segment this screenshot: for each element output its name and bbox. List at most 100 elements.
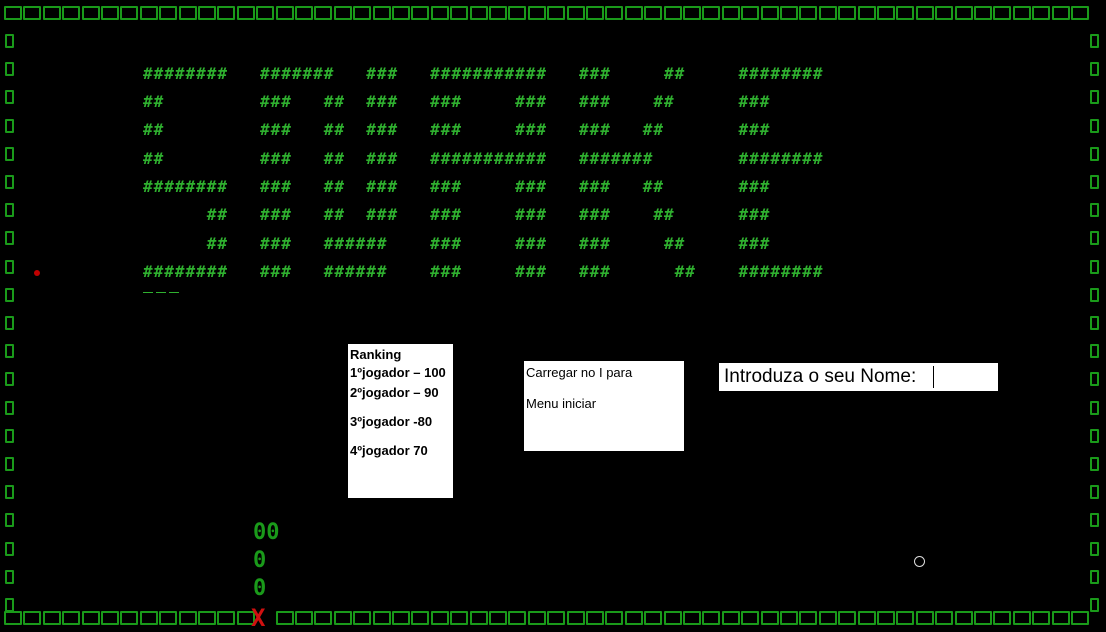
border-block [5, 316, 14, 330]
border-block [935, 611, 953, 625]
border-block [1090, 372, 1099, 386]
title-row: ## ### ## ### ### ### ### ## ### [143, 205, 771, 224]
border-block [237, 6, 255, 20]
border-block [858, 6, 876, 20]
border-block [62, 6, 80, 20]
counter-mid: 0 [253, 548, 267, 573]
border-block [5, 260, 14, 274]
border-block [799, 6, 817, 20]
border-block [5, 457, 14, 471]
border-block [411, 6, 429, 20]
border-block [5, 62, 14, 76]
border-block [780, 6, 798, 20]
border-block [450, 6, 468, 20]
border-block [567, 6, 585, 20]
border-block [392, 611, 410, 625]
border-block [82, 6, 100, 20]
border-block [547, 6, 565, 20]
border-block [101, 6, 119, 20]
border-block [5, 429, 14, 443]
border-block [314, 6, 332, 20]
border-block [702, 611, 720, 625]
border-block [1090, 457, 1099, 471]
border-block [373, 6, 391, 20]
border-block [1090, 288, 1099, 302]
border-block [741, 611, 759, 625]
border-block [586, 6, 604, 20]
border-block [217, 6, 235, 20]
border-block [5, 34, 14, 48]
border-block [62, 611, 80, 625]
title-row: ## ### ###### ### ### ### ## ### [143, 234, 771, 253]
border-block [1090, 542, 1099, 556]
border-block [295, 6, 313, 20]
border-block [508, 611, 526, 625]
border-block [5, 598, 14, 612]
text-caret [933, 366, 934, 388]
border-block [334, 611, 352, 625]
border-block [722, 6, 740, 20]
border-block [780, 611, 798, 625]
counter-top: 00 [253, 520, 280, 545]
border-block [5, 231, 14, 245]
border-block [140, 6, 158, 20]
border-block [120, 611, 138, 625]
border-block [1090, 513, 1099, 527]
border-block [1090, 175, 1099, 189]
border-block [819, 6, 837, 20]
border-block [838, 6, 856, 20]
border-block [1090, 231, 1099, 245]
border-block [955, 611, 973, 625]
border-block [644, 6, 662, 20]
border-block [23, 6, 41, 20]
border-block [799, 611, 817, 625]
border-block [470, 611, 488, 625]
title-underline [143, 292, 181, 293]
border-block [528, 6, 546, 20]
border-block [567, 611, 585, 625]
border-block [508, 6, 526, 20]
border-block [1071, 611, 1089, 625]
border-block [916, 6, 934, 20]
ranking-entry: 2ºjogador – 90 [350, 385, 439, 400]
name-prompt-label: Introduza o seu Nome: [724, 366, 917, 387]
border-block [5, 570, 14, 584]
border-block [1071, 6, 1089, 20]
border-block [1032, 6, 1050, 20]
border-block [4, 611, 22, 625]
border-block [644, 611, 662, 625]
border-block [1013, 6, 1031, 20]
border-block [761, 6, 779, 20]
border-block [5, 147, 14, 161]
border-block [5, 485, 14, 499]
border-block [722, 611, 740, 625]
ranking-entry: 1ºjogador – 100 [350, 365, 446, 380]
border-block [896, 6, 914, 20]
border-block [1090, 62, 1099, 76]
snake-head: X [251, 604, 266, 632]
border-block [1090, 598, 1099, 612]
border-block [217, 611, 235, 625]
border-block [431, 611, 449, 625]
border-block [605, 6, 623, 20]
border-block [1032, 611, 1050, 625]
mouse-cursor-icon [914, 556, 925, 567]
border-block [276, 6, 294, 20]
title-row: ## ### ## ### ########### ####### ######… [143, 149, 824, 168]
border-block [1052, 611, 1070, 625]
title-row: ## ### ## ### ### ### ### ## ### [143, 120, 771, 139]
border-block [353, 611, 371, 625]
name-input[interactable]: Introduza o seu Nome: [719, 363, 998, 391]
instructions-line: Carregar no I para [526, 365, 633, 380]
border-block [974, 611, 992, 625]
border-block [1090, 34, 1099, 48]
border-block [140, 611, 158, 625]
border-block [935, 6, 953, 20]
border-block [1013, 611, 1031, 625]
border-block [702, 6, 720, 20]
border-block [838, 611, 856, 625]
title-row: ######## ####### ### ########### ### ## … [143, 64, 824, 83]
border-block [295, 611, 313, 625]
ranking-heading: Ranking [350, 347, 402, 362]
border-block [1090, 429, 1099, 443]
